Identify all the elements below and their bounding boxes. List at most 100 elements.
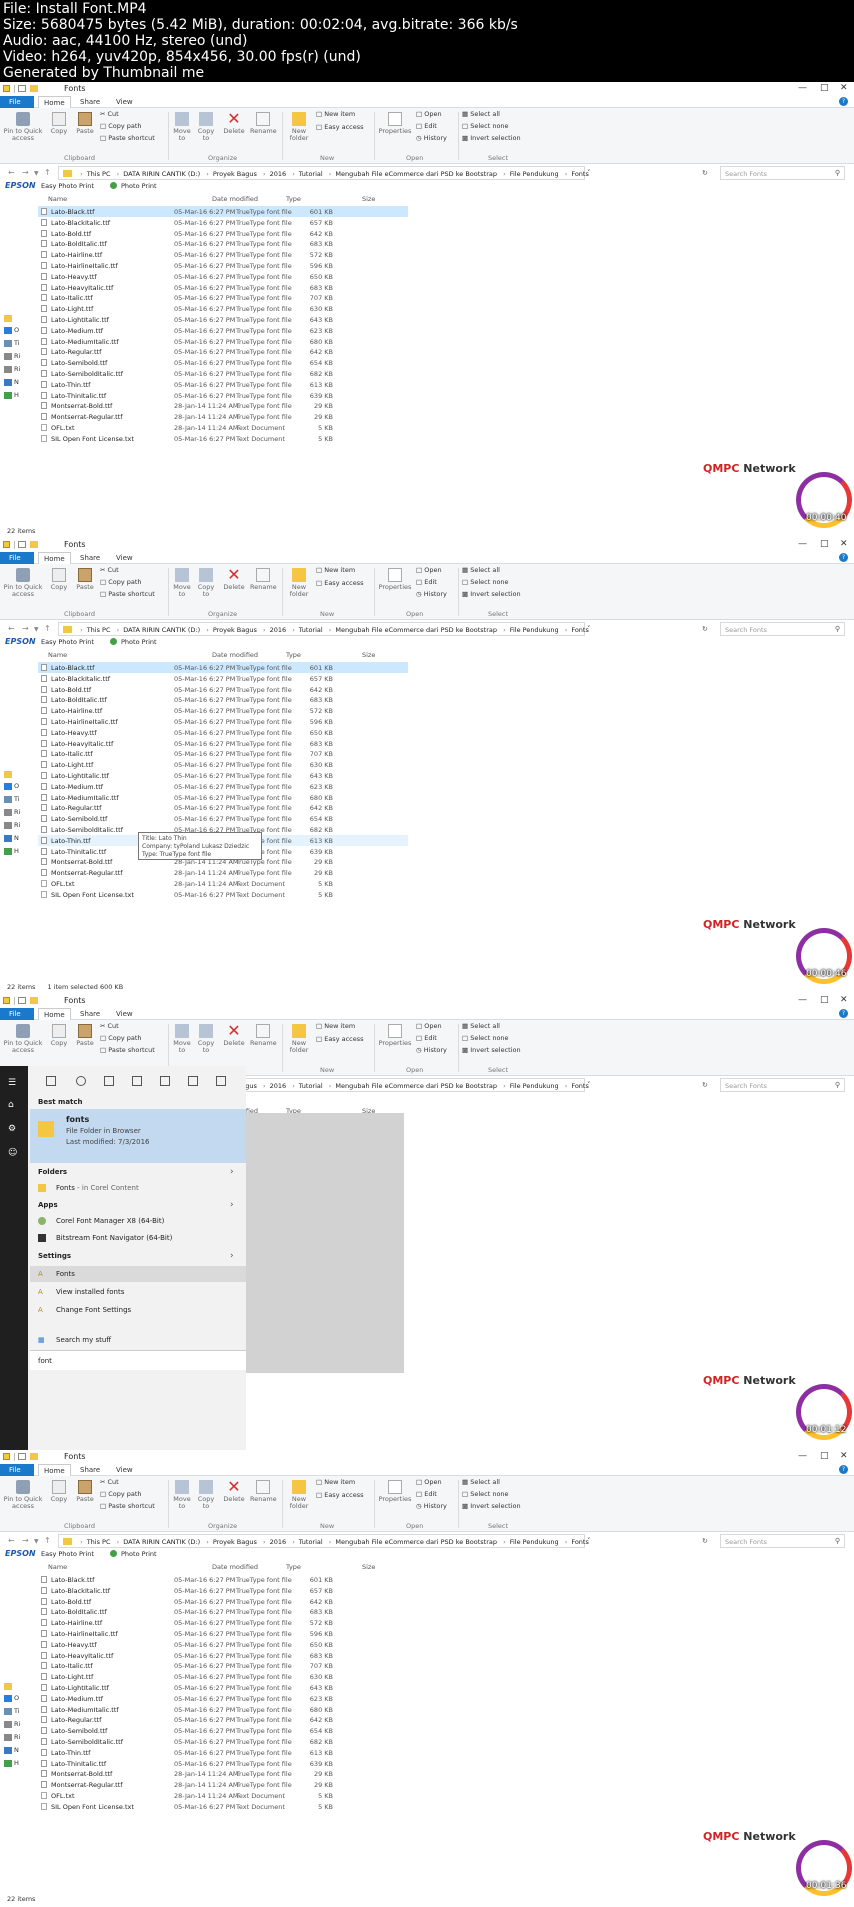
table-row[interactable]: Montserrat-Bold.ttf 28-Jan-14 11:24 AMTru… [38, 1768, 408, 1779]
photo-print-link[interactable]: Photo Print [121, 182, 157, 190]
paste-shortcut-button[interactable]: □ Paste shortcut [100, 1047, 155, 1054]
table-row[interactable]: Lato-Black.ttf 05-Mar-16 6:27 PMTrueType … [38, 662, 408, 673]
table-row[interactable]: Lato-BlackItalic.ttf 05-Mar-16 6:27 PMTru… [38, 217, 408, 228]
tab-file[interactable]: File [0, 552, 34, 564]
copy-to-button[interactable]: Copy to [196, 1024, 216, 1054]
table-row[interactable]: SIL Open Font License.txt 05-Mar-16 6:27 … [38, 1801, 408, 1812]
history-button[interactable]: ◷ History [416, 135, 447, 142]
table-row[interactable]: Lato-Hairline.ttf 05-Mar-16 6:27 PMTrueTy… [38, 249, 408, 260]
table-row[interactable]: Lato-Heavy.ttf 05-Mar-16 6:27 PMTrueType … [38, 727, 408, 738]
select-all-button[interactable]: ▦ Select all [462, 1479, 500, 1486]
photos-filter-icon[interactable] [160, 1076, 170, 1086]
table-row[interactable]: Montserrat-Regular.ttf 28-Jan-14 11:24 AM… [38, 411, 408, 422]
up-icon[interactable]: ↑ [44, 168, 51, 177]
invert-selection-button[interactable]: ▩ Invert selection [462, 1047, 521, 1054]
select-none-button[interactable]: □ Select none [462, 1035, 509, 1042]
select-all-button[interactable]: ▦ Select all [462, 111, 500, 118]
invert-selection-button[interactable]: ▩ Invert selection [462, 591, 521, 598]
table-row[interactable]: SIL Open Font License.txt 05-Mar-16 6:27 … [38, 889, 408, 900]
breadcrumb-item[interactable]: Tutorial [299, 1082, 323, 1090]
nav-item[interactable]: Ti [4, 339, 20, 347]
dropdown-icon[interactable]: ˅ [587, 1081, 591, 1089]
folder-result[interactable]: Fonts - in Corel Content [56, 1184, 139, 1192]
table-row[interactable]: OFL.txt 28-Jan-14 11:24 AMText Document 5 … [38, 422, 408, 433]
nav-item[interactable]: Ri [4, 808, 20, 816]
select-all-button[interactable]: ▦ Select all [462, 567, 500, 574]
nav-item[interactable]: Ri [4, 1720, 20, 1728]
tab-share[interactable]: Share [80, 554, 100, 562]
nav-item[interactable]: H [4, 1759, 19, 1767]
recent-icon[interactable]: ▼ [34, 1538, 39, 1545]
table-row[interactable]: Lato-Light.ttf 05-Mar-16 6:27 PMTrueType … [38, 303, 408, 314]
invert-selection-button[interactable]: ▩ Invert selection [462, 135, 521, 142]
delete-button[interactable]: ✕ Delete [222, 1023, 246, 1047]
breadcrumb-item[interactable]: 2016 [270, 1538, 287, 1546]
open-button[interactable]: □ Open [416, 1023, 442, 1030]
new-folder-button[interactable]: New folder [286, 1024, 312, 1054]
tab-file[interactable]: File [0, 1008, 34, 1020]
home-icon[interactable]: ⌂ [8, 1100, 20, 1110]
move-to-button[interactable]: Move to [172, 1024, 192, 1054]
table-row[interactable]: Lato-HeavyItalic.ttf 05-Mar-16 6:27 PMTru… [38, 738, 408, 749]
setting-result[interactable]: A Fonts [30, 1266, 246, 1282]
easy-access-button[interactable]: □ Easy access [316, 580, 364, 587]
nav-item[interactable]: N [4, 834, 19, 842]
table-row[interactable]: Lato-Hairline.ttf 05-Mar-16 6:27 PMTrueTy… [38, 1617, 408, 1628]
history-button[interactable]: ◷ History [416, 591, 447, 598]
table-row[interactable]: Lato-Semibold.ttf 05-Mar-16 6:27 PMTrueTy… [38, 1725, 408, 1736]
nav-item[interactable]: O [4, 1694, 19, 1702]
breadcrumb-item[interactable]: File Pendukung [510, 170, 559, 178]
table-row[interactable]: Lato-LightItalic.ttf 05-Mar-16 6:27 PMTru… [38, 314, 408, 325]
table-row[interactable]: Lato-Heavy.ttf 05-Mar-16 6:27 PMTrueType … [38, 271, 408, 282]
easy-access-button[interactable]: □ Easy access [316, 1036, 364, 1043]
table-row[interactable]: Lato-SemiboldItalic.ttf 05-Mar-16 6:27 PM… [38, 1736, 408, 1747]
paste-shortcut-button[interactable]: □ Paste shortcut [100, 591, 155, 598]
chevron-right-icon[interactable]: › [230, 1251, 234, 1261]
maximize-icon[interactable]: □ [820, 995, 829, 1005]
tab-view[interactable]: View [116, 1010, 133, 1018]
paste-shortcut-button[interactable]: □ Paste shortcut [100, 1503, 155, 1510]
user-icon[interactable]: ☺ [8, 1148, 20, 1158]
pin-button[interactable]: Pin to Quick access [3, 1480, 43, 1510]
new-folder-icon[interactable] [30, 541, 38, 548]
breadcrumb-item[interactable]: DATA RIRIN CANTIK (D:) [123, 626, 200, 634]
new-item-button[interactable]: □ New item [316, 1479, 355, 1486]
chevron-right-icon[interactable]: › [230, 1167, 234, 1177]
pin-button[interactable]: Pin to Quick access [3, 568, 43, 598]
table-row[interactable]: Lato-Light.ttf 05-Mar-16 6:27 PMTrueType … [38, 759, 408, 770]
help-icon[interactable]: ? [839, 553, 848, 562]
column-type[interactable]: Type [286, 1563, 301, 1571]
table-row[interactable]: Lato-Semibold.ttf 05-Mar-16 6:27 PMTrueTy… [38, 813, 408, 824]
breadcrumb-item[interactable]: File Pendukung [510, 1082, 559, 1090]
setting-result[interactable]: View installed fonts [56, 1288, 124, 1296]
breadcrumb[interactable]: ›This PC ›DATA RIRIN CANTIK (D:) ›Proyek… [58, 166, 589, 180]
table-row[interactable]: Lato-Regular.ttf 05-Mar-16 6:27 PMTrueTyp… [38, 802, 408, 813]
column-size[interactable]: Size [362, 651, 375, 659]
dropdown-icon[interactable]: ˅ [587, 169, 591, 177]
easy-photo-link[interactable]: Easy Photo Print [41, 1550, 94, 1558]
easy-access-button[interactable]: □ Easy access [316, 124, 364, 131]
breadcrumb-item[interactable]: 2016 [270, 170, 287, 178]
breadcrumb-item[interactable]: Tutorial [299, 170, 323, 178]
nav-item[interactable]: N [4, 1746, 19, 1754]
edit-button[interactable]: □ Edit [416, 579, 437, 586]
forward-icon[interactable]: → [22, 1536, 29, 1545]
new-item-button[interactable]: □ New item [316, 111, 355, 118]
new-folder-button[interactable]: New folder [286, 1480, 312, 1510]
nav-item[interactable]: Ti [4, 795, 20, 803]
back-icon[interactable]: ← [8, 624, 15, 633]
table-row[interactable]: Lato-Heavy.ttf 05-Mar-16 6:27 PMTrueType … [38, 1639, 408, 1650]
breadcrumb-item[interactable]: Proyek Bagus [213, 170, 257, 178]
tab-home[interactable]: Home [38, 96, 71, 108]
table-row[interactable]: Lato-BlackItalic.ttf 05-Mar-16 6:27 PMTru… [38, 673, 408, 684]
table-row[interactable]: OFL.txt 28-Jan-14 11:24 AMText Document 5 … [38, 1790, 408, 1801]
nav-item[interactable]: H [4, 391, 19, 399]
breadcrumb-item[interactable]: File Pendukung [510, 626, 559, 634]
best-match-result[interactable]: fonts File Folder in Browser Last modifi… [30, 1109, 246, 1163]
properties-button[interactable]: Properties [378, 1480, 412, 1503]
new-folder-icon[interactable] [30, 1453, 38, 1460]
help-icon[interactable]: ? [839, 1009, 848, 1018]
pin-button[interactable]: Pin to Quick access [3, 1024, 43, 1054]
rename-button[interactable]: Rename [250, 1024, 277, 1047]
paste-button[interactable]: Paste [74, 112, 96, 135]
